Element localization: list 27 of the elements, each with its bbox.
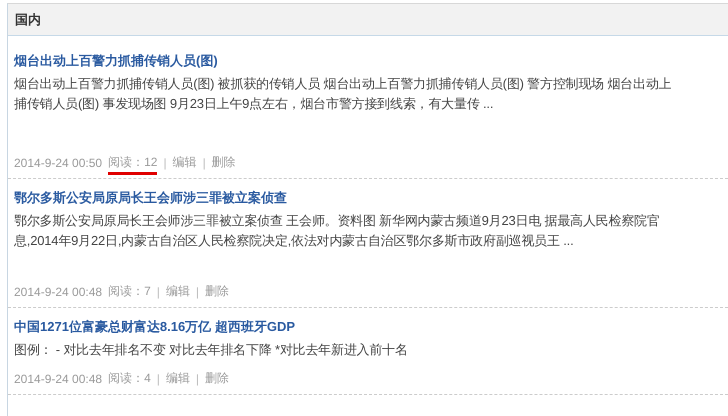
article-title[interactable]: 鄂尔多斯公安局原局长王会师涉三罪被立案侦查 — [14, 189, 287, 207]
edit-link[interactable]: 编辑 — [166, 370, 190, 387]
post-date: 2014-9-24 00:48 — [14, 372, 102, 386]
separator: | — [202, 156, 206, 170]
read-count: 阅读：7 — [108, 283, 151, 300]
article-excerpt: 捕传销人员(图) 事发现场图 9月23日上午9点左右，烟台市警方接到线索，有大量传 ... — [14, 95, 494, 113]
separator: | — [196, 372, 200, 386]
separator: | — [163, 156, 167, 170]
delete-link[interactable]: 删除 — [212, 154, 236, 171]
article-title[interactable]: 烟台出动上百警力抓捕传销人员(图) — [14, 52, 218, 70]
separator: | — [196, 284, 200, 298]
separator: | — [156, 372, 160, 386]
read-count: 阅读：4 — [108, 370, 151, 387]
edit-link[interactable]: 编辑 — [166, 283, 190, 300]
article-excerpt: 息,2014年9月22日,内蒙古自治区人民检察院决定,依法对内蒙古自治区鄂尔多斯市政府副巡视员王 ... — [14, 232, 574, 250]
post-date: 2014-9-24 00:50 — [14, 156, 102, 170]
delete-link[interactable]: 删除 — [205, 370, 230, 387]
delete-link[interactable]: 删除 — [205, 283, 230, 300]
article-excerpt: 鄂尔多斯公安局原局长王会师涉三罪被立案侦查 王会师。资料图 新华网内蒙古频道9月23日电 据最高人民检察院官 — [14, 212, 660, 230]
separator: | — [156, 284, 160, 298]
read-count: 阅读：12 — [108, 154, 158, 175]
panel-title: 国内 — [15, 10, 41, 28]
article-title[interactable]: 中国1271位富豪总财富达8.16万亿 超西班牙GDP — [14, 318, 296, 336]
article-excerpt: 图例： - 对比去年排名不变 对比去年排名下降 *对比去年新进入前十名 — [14, 341, 408, 359]
post-date: 2014-9-24 00:48 — [14, 284, 102, 298]
edit-link[interactable]: 编辑 — [172, 154, 197, 171]
article-excerpt: 烟台出动上百警力抓捕传销人员(图) 被抓获的传销人员 烟台出动上百警力抓捕传销人员(图) 警方控制现场 烟台出动上 — [14, 75, 672, 93]
